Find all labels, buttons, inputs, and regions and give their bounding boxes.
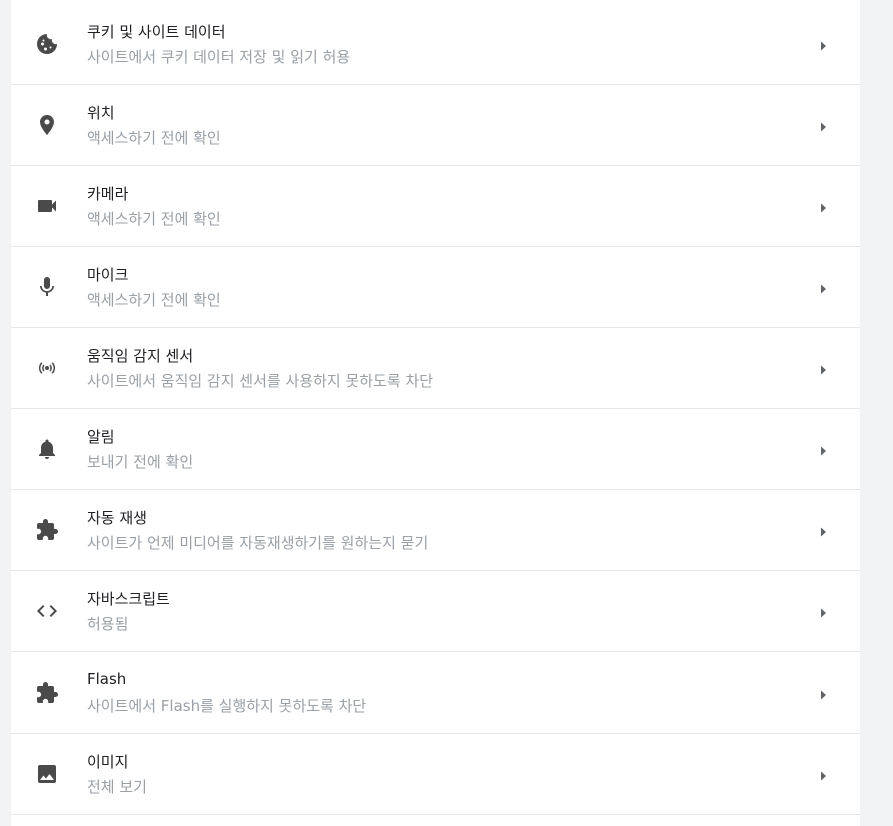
setting-subtitle: 허용됨 bbox=[87, 615, 129, 633]
setting-title: 마이크 bbox=[87, 266, 129, 284]
puzzle-icon bbox=[35, 681, 59, 705]
setting-subtitle: 보내기 전에 확인 bbox=[87, 453, 194, 471]
setting-title: 자동 재생 bbox=[87, 509, 147, 527]
chevron-right-icon bbox=[817, 280, 829, 294]
microphone-icon bbox=[35, 275, 59, 299]
setting-subtitle: 사이트에서 Flash를 실행하지 못하도록 차단 bbox=[87, 697, 367, 715]
setting-row-camera[interactable]: 카메라 액세스하기 전에 확인 bbox=[11, 165, 860, 247]
puzzle-icon bbox=[35, 518, 59, 542]
chevron-right-icon bbox=[817, 604, 829, 618]
location-pin-icon bbox=[35, 113, 59, 137]
setting-row-microphone[interactable]: 마이크 액세스하기 전에 확인 bbox=[11, 246, 860, 328]
setting-title: 알림 bbox=[87, 428, 115, 446]
chevron-right-icon bbox=[817, 686, 829, 700]
chevron-right-icon bbox=[817, 37, 829, 51]
setting-title: 이미지 bbox=[87, 753, 129, 771]
setting-subtitle: 전체 보기 bbox=[87, 778, 147, 796]
setting-subtitle: 사이트에서 움직임 감지 센서를 사용하지 못하도록 차단 bbox=[87, 372, 434, 390]
cookie-icon bbox=[35, 32, 59, 56]
setting-row-flash[interactable]: Flash 사이트에서 Flash를 실행하지 못하도록 차단 bbox=[11, 652, 860, 734]
setting-title: 쿠키 및 사이트 데이터 bbox=[87, 23, 226, 41]
setting-title: 움직임 감지 센서 bbox=[87, 347, 194, 365]
setting-subtitle: 액세스하기 전에 확인 bbox=[87, 291, 221, 309]
setting-subtitle: 액세스하기 전에 확인 bbox=[87, 129, 221, 147]
setting-title: 카메라 bbox=[87, 185, 129, 203]
setting-row-motion-sensors[interactable]: 움직임 감지 센서 사이트에서 움직임 감지 센서를 사용하지 못하도록 차단 bbox=[11, 327, 860, 409]
setting-row-location[interactable]: 위치 액세스하기 전에 확인 bbox=[11, 84, 860, 166]
setting-title: 자바스크립트 bbox=[87, 590, 170, 608]
chevron-right-icon bbox=[817, 767, 829, 781]
camera-icon bbox=[35, 194, 59, 218]
code-brackets-icon bbox=[35, 599, 59, 623]
site-settings-panel: 쿠키 및 사이트 데이터 사이트에서 쿠키 데이터 저장 및 읽기 허용 위치 … bbox=[11, 0, 860, 826]
setting-row-images[interactable]: 이미지 전체 보기 bbox=[11, 733, 860, 815]
setting-subtitle: 사이트에서 쿠키 데이터 저장 및 읽기 허용 bbox=[87, 48, 351, 66]
setting-title: 위치 bbox=[87, 104, 115, 122]
chevron-right-icon bbox=[817, 361, 829, 375]
setting-row-javascript[interactable]: 자바스크립트 허용됨 bbox=[11, 570, 860, 652]
setting-row-cookies[interactable]: 쿠키 및 사이트 데이터 사이트에서 쿠키 데이터 저장 및 읽기 허용 bbox=[11, 3, 860, 85]
image-icon bbox=[35, 762, 59, 786]
setting-row-notifications[interactable]: 알림 보내기 전에 확인 bbox=[11, 408, 860, 490]
chevron-right-icon bbox=[817, 199, 829, 213]
chevron-right-icon bbox=[817, 442, 829, 456]
setting-subtitle: 사이트가 언제 미디어를 자동재생하기를 원하는지 묻기 bbox=[87, 534, 429, 552]
bell-icon bbox=[35, 437, 59, 461]
setting-title: Flash bbox=[87, 670, 127, 688]
chevron-right-icon bbox=[817, 523, 829, 537]
chevron-right-icon bbox=[817, 118, 829, 132]
setting-subtitle: 액세스하기 전에 확인 bbox=[87, 210, 221, 228]
setting-row-autoplay[interactable]: 자동 재생 사이트가 언제 미디어를 자동재생하기를 원하는지 묻기 bbox=[11, 489, 860, 571]
motion-sensor-icon bbox=[35, 356, 59, 380]
